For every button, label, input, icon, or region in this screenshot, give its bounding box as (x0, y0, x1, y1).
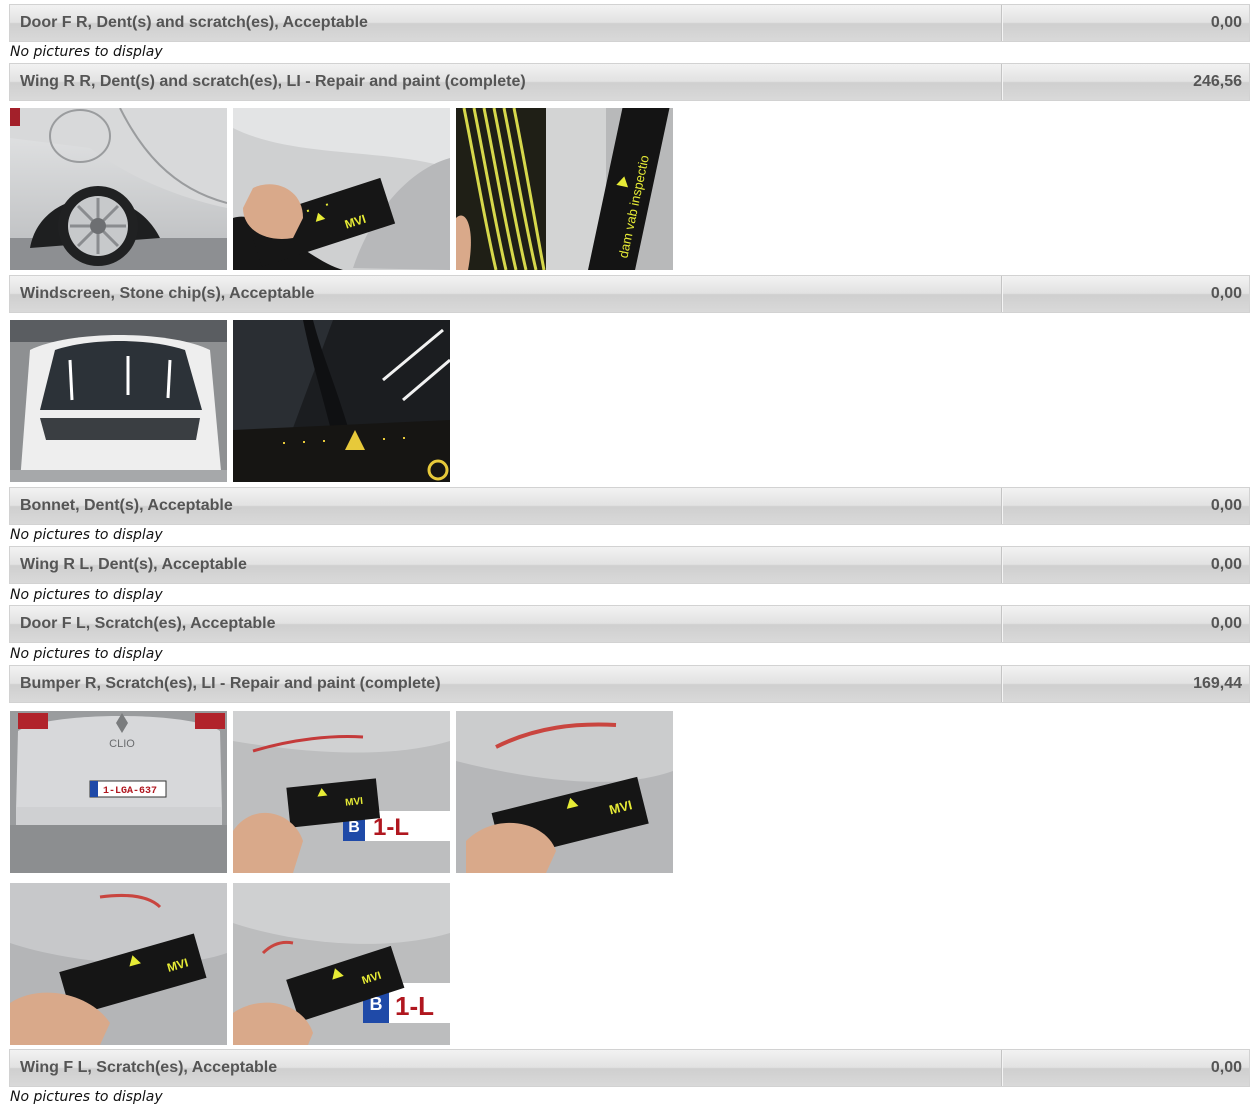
bumper-scratch-gauge-image: B 1-L MVI (233, 711, 450, 873)
photo-windscreen-chip[interactable] (233, 320, 450, 482)
damage-row-wing-r-l[interactable]: Wing R L, Dent(s), Acceptable 0,00 (9, 546, 1250, 584)
photo-bumper-gauge-1[interactable]: B 1-L MVI (233, 711, 450, 873)
photo-bumper-rear-overview[interactable]: CLIO 1-LGA-637 (10, 711, 227, 873)
photo-bumper-gauge-2[interactable]: MVI (456, 711, 673, 873)
photo-bumper-gauge-4[interactable]: B 1-L MVI (233, 883, 450, 1045)
bumper-scratch-gauge-image-4: B 1-L MVI (233, 883, 450, 1045)
no-pictures-message: No pictures to display (10, 44, 163, 60)
damage-description: Door F R, Dent(s) and scratch(es), Accep… (20, 14, 368, 31)
stone-chip-gauge-image (233, 320, 450, 482)
damage-description: Bumper R, Scratch(es), LI - Repair and p… (20, 675, 441, 692)
damage-amount: 0,00 (1210, 497, 1242, 514)
no-pictures-message: No pictures to display (10, 587, 163, 603)
plate-country-letter: B (348, 819, 360, 836)
no-pictures-message: No pictures to display (10, 1089, 163, 1105)
bumper-scratch-gauge-closeup-image: MVI (456, 711, 673, 873)
photo-wing-gauge-depth[interactable]: dam vab inspectio (456, 108, 673, 270)
damage-row-wing-f-l[interactable]: Wing F L, Scratch(es), Acceptable 0,00 (9, 1049, 1250, 1087)
damage-amount: 0,00 (1210, 615, 1242, 632)
damage-amount: 169,44 (1193, 675, 1242, 692)
damage-row-bonnet[interactable]: Bonnet, Dent(s), Acceptable 0,00 (9, 487, 1250, 525)
gauge-on-wing-image: MVI (233, 108, 450, 270)
photo-bumper-gauge-3[interactable]: MVI (10, 883, 227, 1045)
license-plate-text: 1-LGA-637 (103, 786, 157, 797)
photo-wing-rear-wheel[interactable] (10, 108, 227, 270)
damage-row-bumper-r[interactable]: Bumper R, Scratch(es), LI - Repair and p… (9, 665, 1250, 703)
damage-row-door-f-l[interactable]: Door F L, Scratch(es), Acceptable 0,00 (9, 605, 1250, 643)
damage-description: Wing R R, Dent(s) and scratch(es), LI - … (20, 73, 526, 90)
damage-row-wing-r-r[interactable]: Wing R R, Dent(s) and scratch(es), LI - … (9, 63, 1250, 101)
damage-description: Door F L, Scratch(es), Acceptable (20, 615, 276, 632)
damage-amount: 0,00 (1210, 1059, 1242, 1076)
photo-windscreen-overview[interactable] (10, 320, 227, 482)
plate-fragment-text: 1-L (395, 991, 434, 1021)
damage-amount: 0,00 (1210, 556, 1242, 573)
car-model-badge: CLIO (109, 738, 135, 750)
damage-description: Wing R L, Dent(s), Acceptable (20, 556, 247, 573)
car-side-wheel-image (10, 108, 227, 270)
photo-wing-gauge-closeup[interactable]: MVI (233, 108, 450, 270)
gauge-depth-image: dam vab inspectio (456, 108, 673, 270)
damage-row-door-f-r[interactable]: Door F R, Dent(s) and scratch(es), Accep… (9, 4, 1250, 42)
no-pictures-message: No pictures to display (10, 646, 163, 662)
damage-amount: 0,00 (1210, 285, 1242, 302)
damage-description: Windscreen, Stone chip(s), Acceptable (20, 285, 315, 302)
damage-description: Bonnet, Dent(s), Acceptable (20, 497, 233, 514)
damage-amount: 0,00 (1210, 14, 1242, 31)
bumper-scratch-gauge-image-3: MVI (10, 883, 227, 1045)
car-rear-image: CLIO 1-LGA-637 (10, 711, 227, 873)
gauge-brand-text: MVI (345, 796, 364, 809)
damage-description: Wing F L, Scratch(es), Acceptable (20, 1059, 278, 1076)
no-pictures-message: No pictures to display (10, 527, 163, 543)
damage-amount: 246,56 (1193, 73, 1242, 90)
windscreen-car-front-image (10, 320, 227, 482)
damage-row-windscreen[interactable]: Windscreen, Stone chip(s), Acceptable 0,… (9, 275, 1250, 313)
